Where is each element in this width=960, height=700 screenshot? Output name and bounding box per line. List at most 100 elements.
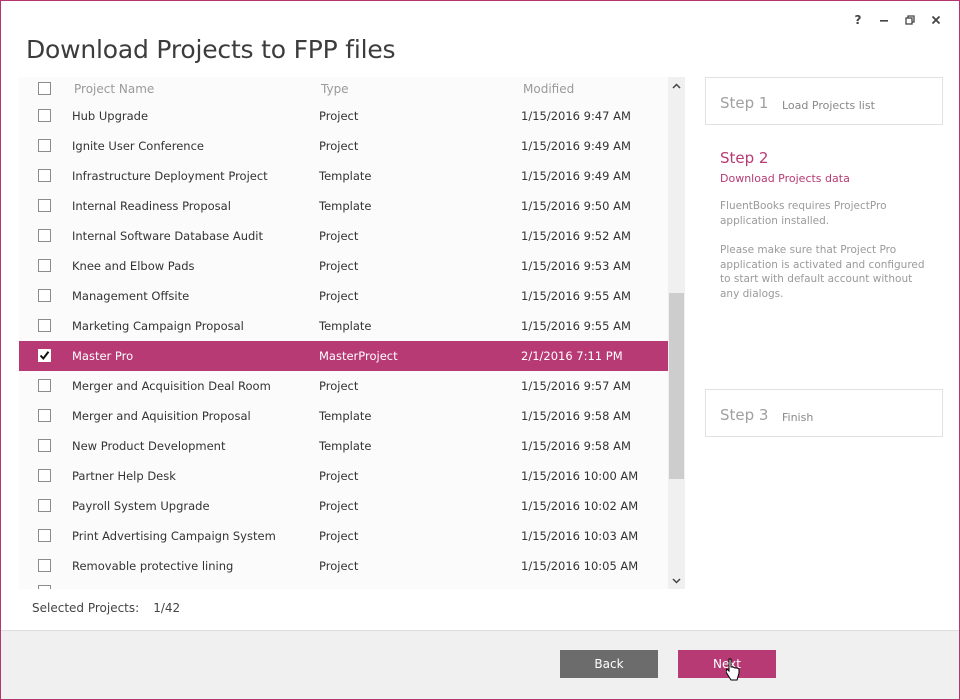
row-type: Project — [319, 139, 359, 153]
header-project-name[interactable]: Project Name — [74, 82, 154, 96]
row-project-name: Merger and Acquisition Deal Room — [72, 379, 271, 393]
table-row[interactable]: Infrastructure Deployment Project Templat… — [19, 161, 668, 191]
row-checkbox[interactable] — [38, 585, 51, 589]
row-project-name: Partner Help Desk — [72, 469, 176, 483]
list-header: Project Name Type Modified — [19, 77, 668, 101]
row-checkbox[interactable] — [38, 229, 51, 242]
table-row[interactable]: New Product Development Template 1/15/2016… — [19, 431, 668, 461]
row-project-name: Infrastructure Deployment Project — [72, 169, 268, 183]
row-checkbox[interactable] — [38, 439, 51, 452]
row-modified: 1/15/2016 9:58 AM — [521, 409, 631, 423]
step-2-description-1: FluentBooks requires ProjectPro applicat… — [720, 200, 887, 227]
table-row[interactable]: Merger and Aquisition Proposal Template 1/… — [19, 401, 668, 431]
row-checkbox[interactable] — [38, 529, 51, 542]
row-type: Project — [319, 499, 359, 513]
minimize-icon[interactable] — [871, 9, 897, 31]
row-modified: 1/15/2016 9:49 AM — [521, 139, 631, 153]
row-type: Project — [319, 529, 359, 543]
row-project-name: Merger and Aquisition Proposal — [72, 409, 251, 423]
step-3-number: Step 3 — [720, 406, 769, 424]
row-type: Project — [319, 379, 359, 393]
scroll-down-icon[interactable] — [668, 572, 685, 589]
row-checkbox[interactable] — [38, 349, 51, 362]
header-modified[interactable]: Modified — [523, 82, 574, 96]
table-row[interactable]: Internal Readiness Proposal Template 1/15/… — [19, 191, 668, 221]
step-2-label: Download Projects data — [720, 172, 850, 185]
row-checkbox[interactable] — [38, 109, 51, 122]
row-type: Template — [319, 319, 372, 333]
row-checkbox[interactable] — [38, 409, 51, 422]
window-controls: ? — [845, 9, 949, 31]
row-project-name: Hub Upgrade — [72, 109, 149, 123]
row-type: Project — [319, 559, 359, 573]
scroll-up-icon[interactable] — [668, 77, 685, 94]
step-2-description-2: Please make sure that Project Pro applic… — [720, 244, 925, 300]
row-project-name: Master Pro — [72, 349, 134, 363]
selected-projects-label: Selected Projects: — [32, 601, 140, 615]
step-1-label: Load Projects list — [782, 99, 875, 112]
row-modified: 1/15/2016 9:49 AM — [521, 169, 631, 183]
row-project-name: Knee and Elbow Pads — [72, 259, 195, 273]
step-2-number: Step 2 — [720, 149, 769, 167]
row-checkbox[interactable] — [38, 379, 51, 392]
row-checkbox[interactable] — [38, 139, 51, 152]
table-row[interactable]: Knee and Elbow Pads Project 1/15/2016 9:53… — [19, 251, 668, 281]
row-modified: 1/15/2016 10:02 AM — [521, 499, 639, 513]
table-row[interactable]: Management Offsite Project 1/15/2016 9:55 … — [19, 281, 668, 311]
row-checkbox[interactable] — [38, 169, 51, 182]
table-row[interactable]: Print Advertising Campaign System Project… — [19, 521, 668, 551]
row-checkbox[interactable] — [38, 199, 51, 212]
table-row[interactable]: Partner Help Desk Project 1/15/2016 10:00 … — [19, 461, 668, 491]
row-type: Template — [319, 439, 372, 453]
row-checkbox[interactable] — [38, 259, 51, 272]
project-list: Project Name Type Modified Hub Upgrade Pr… — [19, 77, 685, 589]
table-row[interactable]: Removable protective lining Project 1/15/2… — [19, 551, 668, 581]
row-project-name: Internal Software Database Audit — [72, 229, 264, 243]
row-project-name: New Product Development — [72, 439, 226, 453]
close-icon[interactable] — [923, 9, 949, 31]
back-button[interactable]: Back — [560, 650, 658, 678]
table-row[interactable]: Ignite User Conference Project 1/15/2016 9… — [19, 131, 668, 161]
list-item-partial — [19, 585, 668, 589]
row-project-name: Internal Readiness Proposal — [72, 199, 231, 213]
table-row[interactable]: Internal Software Database Audit Project 1… — [19, 221, 668, 251]
footer-bar: Back Next — [1, 630, 959, 699]
table-row[interactable]: Hub Upgrade Project 1/15/2016 9:47 AM — [19, 101, 668, 131]
table-row[interactable]: Merger and Acquisition Deal Room Project 1… — [19, 371, 668, 401]
header-type[interactable]: Type — [321, 82, 349, 96]
row-project-name: Marketing Campaign Proposal — [72, 319, 244, 333]
row-modified: 1/15/2016 9:58 AM — [521, 439, 631, 453]
scroll-thumb[interactable] — [669, 293, 684, 479]
help-icon[interactable]: ? — [845, 9, 871, 31]
row-checkbox[interactable] — [38, 499, 51, 512]
list-scrollbar[interactable] — [668, 77, 685, 589]
row-type: MasterProject — [319, 349, 398, 363]
row-type: Project — [319, 229, 359, 243]
step-1-number: Step 1 — [720, 94, 769, 112]
select-all-checkbox[interactable] — [38, 82, 51, 95]
step-3-label: Finish — [782, 411, 814, 424]
row-type: Template — [319, 169, 372, 183]
table-row[interactable]: Master Pro MasterProject 2/1/2016 7:11 PM — [19, 341, 668, 371]
row-type: Project — [319, 469, 359, 483]
row-checkbox[interactable] — [38, 469, 51, 482]
table-row[interactable]: Payroll System Upgrade Project 1/15/2016 1… — [19, 491, 668, 521]
row-project-name: Management Offsite — [72, 289, 190, 303]
row-modified: 1/15/2016 9:52 AM — [521, 229, 631, 243]
row-type: Project — [319, 289, 359, 303]
row-type: Project — [319, 259, 359, 273]
row-modified: 1/15/2016 9:50 AM — [521, 199, 631, 213]
row-project-name: Payroll System Upgrade — [72, 499, 210, 513]
row-checkbox[interactable] — [38, 559, 51, 572]
row-modified: 1/15/2016 10:00 AM — [521, 469, 639, 483]
app-window: ? Download Projects to FPP files Project… — [0, 0, 960, 700]
restore-icon[interactable] — [897, 9, 923, 31]
selected-projects-status: Selected Projects: 1/42 — [32, 601, 180, 615]
row-checkbox[interactable] — [38, 319, 51, 332]
step-1: Step 1 Load Projects list — [705, 77, 943, 125]
row-modified: 1/15/2016 10:05 AM — [521, 559, 639, 573]
row-modified: 1/15/2016 9:57 AM — [521, 379, 631, 393]
row-modified: 1/15/2016 9:55 AM — [521, 319, 631, 333]
table-row[interactable]: Marketing Campaign Proposal Template 1/15/… — [19, 311, 668, 341]
row-checkbox[interactable] — [38, 289, 51, 302]
